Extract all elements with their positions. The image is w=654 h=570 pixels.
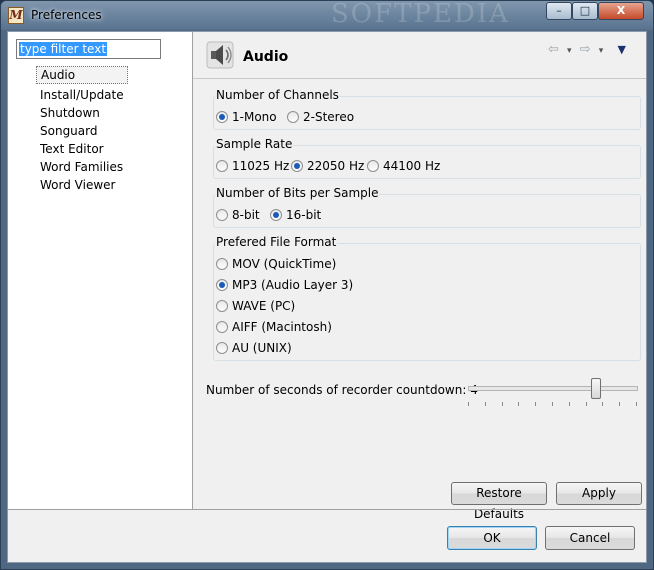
radio-wave[interactable]: WAVE (PC) xyxy=(216,299,295,313)
softpedia-watermark: SOFTPEDIA xyxy=(331,0,510,29)
countdown-slider-track[interactable] xyxy=(468,386,638,391)
slider-tick xyxy=(518,402,519,406)
back-arrow-icon[interactable]: ⇦ xyxy=(548,42,559,57)
bits-group: Number of Bits per Sample 8-bit 16-bit xyxy=(213,186,641,228)
tree-item-text-editor[interactable]: Text Editor xyxy=(36,140,128,158)
app-icon: M xyxy=(8,7,24,24)
radio-button-icon xyxy=(216,321,228,333)
slider-tick xyxy=(552,402,553,406)
header-divider xyxy=(193,78,646,79)
bits-group-label: Number of Bits per Sample xyxy=(215,186,380,200)
preference-page: Audio ⇦ ▾ ⇨ ▾ ▼ Number of Channels 1-Mon… xyxy=(193,32,646,521)
radio-mov[interactable]: MOV (QuickTime) xyxy=(216,257,336,271)
maximize-button[interactable]: □ xyxy=(572,2,598,20)
radio-button-icon xyxy=(367,160,379,172)
radio-button-icon xyxy=(216,258,228,270)
title-bar[interactable]: M Preferences SOFTPEDIA – □ X xyxy=(1,0,653,31)
tree-item-audio[interactable]: Audio xyxy=(36,66,128,84)
radio-button-icon xyxy=(216,209,228,221)
radio-mp3[interactable]: MP3 (Audio Layer 3) xyxy=(216,278,353,292)
preference-tree-pane: type filter text Audio Install/Update Sh… xyxy=(8,32,193,509)
slider-tick xyxy=(468,402,469,406)
radio-button-icon xyxy=(287,111,299,123)
tree-item-install-update[interactable]: Install/Update xyxy=(36,86,128,104)
slider-tick xyxy=(535,402,536,406)
filter-input-text: type filter text xyxy=(19,42,108,56)
radio-button-icon xyxy=(216,111,228,123)
radio-16-bit[interactable]: 16-bit xyxy=(270,208,321,222)
speaker-icon xyxy=(206,41,234,69)
slider-tick xyxy=(619,402,620,406)
window-title: Preferences xyxy=(31,8,102,22)
countdown-slider-thumb[interactable] xyxy=(591,378,601,399)
tree-item-word-viewer[interactable]: Word Viewer xyxy=(36,176,128,194)
view-menu-icon[interactable]: ▼ xyxy=(617,43,625,56)
page-title: Audio xyxy=(243,49,289,65)
tree-item-shutdown[interactable]: Shutdown xyxy=(36,104,128,122)
radio-2-stereo[interactable]: 2-Stereo xyxy=(287,110,354,124)
slider-tick xyxy=(485,402,486,406)
radio-button-icon xyxy=(216,342,228,354)
restore-defaults-button[interactable]: Restore Defaults xyxy=(451,482,547,521)
slider-tick xyxy=(586,402,587,406)
preference-tree: Audio Install/Update Shutdown Songuard T… xyxy=(36,66,128,194)
forward-dropdown-icon[interactable]: ▾ xyxy=(599,46,604,56)
page-header: Audio ⇦ ▾ ⇨ ▾ ▼ xyxy=(193,32,646,78)
slider-tick xyxy=(602,402,603,406)
apply-button[interactable]: Apply xyxy=(556,482,642,505)
back-dropdown-icon[interactable]: ▾ xyxy=(567,46,572,56)
minimize-button[interactable]: – xyxy=(546,2,572,20)
radio-22050-hz[interactable]: 22050 Hz xyxy=(291,159,364,173)
file-format-group: Prefered File Format MOV (QuickTime) MP3… xyxy=(213,235,641,361)
cancel-button[interactable]: Cancel xyxy=(545,526,635,550)
countdown-label: Number of seconds of recorder countdown:… xyxy=(206,383,478,397)
countdown-slider-ticks xyxy=(468,402,638,406)
radio-button-icon xyxy=(291,160,303,172)
radio-button-icon xyxy=(216,300,228,312)
sample-rate-group: Sample Rate 11025 Hz 22050 Hz 44100 Hz xyxy=(213,137,641,179)
slider-tick xyxy=(636,402,637,406)
page-nav: ⇦ ▾ ⇨ ▾ ▼ xyxy=(548,42,630,57)
radio-8-bit[interactable]: 8-bit xyxy=(216,208,260,222)
radio-button-icon xyxy=(216,279,228,291)
radio-aiff[interactable]: AIFF (Macintosh) xyxy=(216,320,332,334)
radio-44100-hz[interactable]: 44100 Hz xyxy=(367,159,440,173)
filter-input[interactable]: type filter text xyxy=(16,39,161,59)
forward-arrow-icon[interactable]: ⇨ xyxy=(580,42,591,57)
sample-rate-group-label: Sample Rate xyxy=(215,137,294,151)
radio-button-icon xyxy=(216,160,228,172)
slider-tick xyxy=(569,402,570,406)
preferences-window: M Preferences SOFTPEDIA – □ X type filte… xyxy=(0,0,654,570)
footer-divider xyxy=(8,509,646,510)
tree-item-songuard[interactable]: Songuard xyxy=(36,122,128,140)
ok-button[interactable]: OK xyxy=(447,526,537,550)
channels-group-label: Number of Channels xyxy=(215,88,340,102)
file-format-group-label: Prefered File Format xyxy=(215,235,338,249)
channels-group: Number of Channels 1-Mono 2-Stereo xyxy=(213,88,641,130)
tree-item-word-families[interactable]: Word Families xyxy=(36,158,128,176)
radio-button-icon xyxy=(270,209,282,221)
radio-11025-hz[interactable]: 11025 Hz xyxy=(216,159,289,173)
close-button[interactable]: X xyxy=(598,2,644,20)
slider-tick xyxy=(502,402,503,406)
dialog-client-area: type filter text Audio Install/Update Sh… xyxy=(7,31,647,563)
radio-1-mono[interactable]: 1-Mono xyxy=(216,110,277,124)
radio-au[interactable]: AU (UNIX) xyxy=(216,341,292,355)
